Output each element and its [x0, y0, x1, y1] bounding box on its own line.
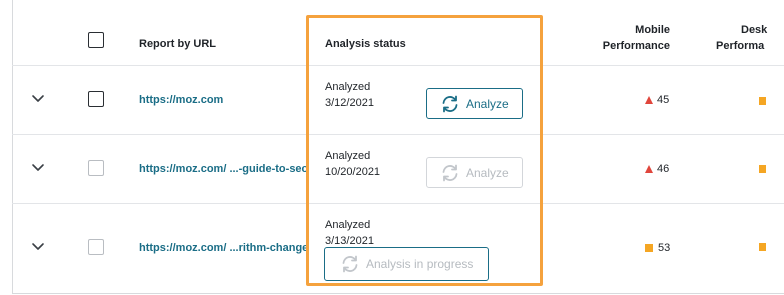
refresh-icon: [442, 95, 458, 112]
analyze-button-label: Analyze: [466, 165, 509, 180]
column-header-mobile-performance[interactable]: Mobile Performance: [603, 22, 670, 54]
status-label: Analyzed: [325, 219, 371, 231]
column-header-analysis-status[interactable]: Analysis status: [325, 38, 406, 50]
status-label: Analyzed: [325, 150, 371, 162]
select-all-checkbox[interactable]: [88, 32, 104, 48]
mobile-performance-score: 46: [645, 163, 669, 175]
analyze-button-label: Analyze: [466, 96, 509, 111]
mobile-score-value: 46: [657, 163, 670, 175]
refresh-icon: [442, 164, 458, 181]
row-divider: [12, 134, 784, 135]
status-date: 10/20/2021: [325, 166, 381, 178]
mobile-score-value: 45: [657, 94, 670, 106]
column-header-desktop-performance[interactable]: Desk Performa: [716, 22, 784, 54]
analysis-in-progress-label: Analysis in progress: [366, 257, 474, 271]
row-divider: [12, 203, 784, 204]
mobile-performance-score: 53: [645, 242, 670, 254]
orange-square-icon: [759, 243, 766, 251]
analysis-in-progress-button[interactable]: Analysis in progress: [324, 247, 489, 281]
analyze-button[interactable]: Analyze: [426, 157, 523, 188]
status-text: Analyzed 10/20/2021: [325, 148, 380, 180]
mobile-performance-line1: Mobile: [635, 24, 670, 36]
orange-square-icon: [759, 165, 766, 173]
refresh-icon: [342, 255, 358, 273]
status-label: Analyzed: [325, 81, 371, 93]
red-triangle-icon: [645, 96, 653, 104]
row-checkbox[interactable]: [88, 160, 104, 176]
analyze-button[interactable]: Analyze: [426, 88, 523, 119]
status-date: 3/12/2021: [325, 97, 374, 109]
orange-square-icon: [759, 97, 766, 105]
url-link[interactable]: https://moz.com/ ...rithm-change: [139, 242, 308, 254]
chevron-down-icon[interactable]: [29, 238, 47, 256]
column-header-report-by-url[interactable]: Report by URL: [139, 38, 216, 50]
mobile-performance-line2: Performance: [602, 40, 670, 52]
status-text: Analyzed 3/13/2021: [325, 217, 374, 249]
mobile-score-value: 53: [658, 242, 671, 254]
orange-square-icon: [645, 244, 653, 252]
mobile-performance-score: 45: [645, 94, 669, 106]
desktop-performance-line2: Performa: [716, 40, 765, 52]
chevron-down-icon[interactable]: [29, 159, 47, 177]
status-text: Analyzed 3/12/2021: [325, 79, 374, 111]
url-link[interactable]: https://moz.com/ ...-guide-to-seo: [139, 163, 308, 175]
row-checkbox[interactable]: [88, 91, 104, 107]
row-checkbox[interactable]: [88, 239, 104, 255]
chevron-down-icon[interactable]: [29, 90, 47, 108]
url-link[interactable]: https://moz.com: [139, 94, 223, 106]
desktop-performance-line1: Desk: [741, 24, 768, 36]
row-divider: [12, 65, 784, 66]
red-triangle-icon: [645, 165, 653, 173]
